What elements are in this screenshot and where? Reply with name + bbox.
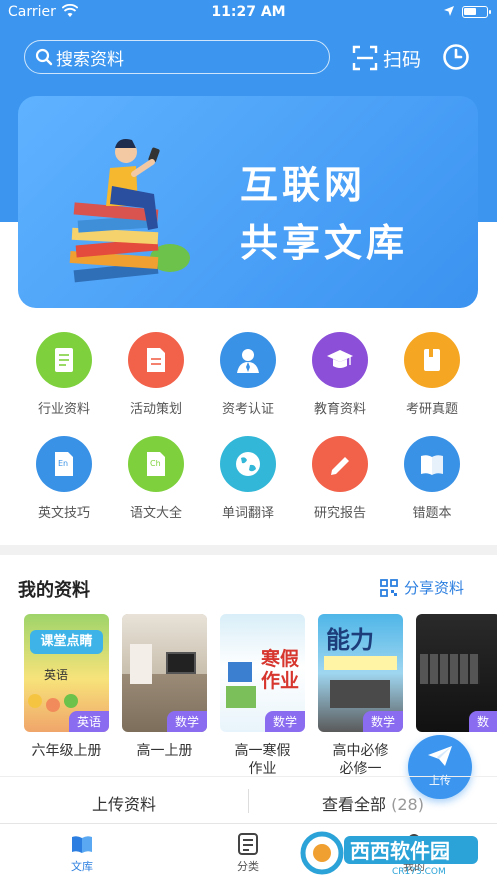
- subject-tag: 数学: [362, 711, 403, 732]
- upload-materials-button[interactable]: 上传资料: [0, 791, 248, 815]
- book-icon: [404, 436, 460, 492]
- document-icon: [36, 332, 92, 388]
- category-label: 单词翻译: [221, 506, 274, 521]
- cover-title: 寒假作业: [260, 648, 299, 692]
- my-materials-title: 我的资料: [18, 580, 90, 601]
- view-all-button[interactable]: 查看全部 (28): [249, 791, 497, 815]
- book-name: 六年级上册: [31, 743, 102, 759]
- book-card[interactable]: 寒假作业 数学 高一寒假作业: [220, 614, 305, 778]
- scan-label: 扫码: [383, 48, 422, 71]
- category-label: 考研真题: [405, 402, 458, 417]
- share-materials-label: 分享资料: [404, 579, 465, 597]
- book-cover: 能力 数学: [318, 614, 403, 732]
- watermark-text: 西西软件园: [350, 839, 450, 863]
- category-label: 资考认证: [221, 402, 274, 417]
- book-cover: 寒假作业 数学: [220, 614, 305, 732]
- scan-button[interactable]: 扫码: [352, 44, 421, 72]
- battery-icon: [462, 6, 491, 18]
- status-bar: Carrier 11:27 AM: [0, 0, 497, 26]
- watermark-subtext: CR173.COM: [392, 867, 446, 876]
- book-name: 高中必修必修一: [332, 743, 389, 777]
- materials-count: (28): [391, 795, 424, 814]
- book-card[interactable]: 数学 高一上册: [122, 614, 207, 760]
- category-chinese[interactable]: Ch 语文大全: [110, 436, 202, 521]
- category-mistake-book[interactable]: 错题本: [386, 436, 478, 521]
- materials-actions: 上传资料 查看全部 (28): [0, 776, 497, 822]
- category-word-translation[interactable]: 单词翻译: [202, 436, 294, 521]
- category-label: 活动策划: [129, 402, 182, 417]
- svg-text:En: En: [58, 459, 68, 468]
- book-card[interactable]: 能力 数学 高中必修必修一: [318, 614, 403, 778]
- banner-title-line2: 共享文库: [240, 221, 409, 265]
- cover-title: 课堂点睛: [30, 630, 103, 654]
- subject-tag: 数学: [166, 711, 207, 732]
- share-materials-button[interactable]: 分享资料: [380, 577, 464, 598]
- category-label: 语文大全: [129, 506, 182, 521]
- category-label: 行业资料: [37, 402, 90, 417]
- book-card[interactable]: 数: [416, 614, 497, 732]
- open-book-icon: [72, 836, 92, 853]
- category-research-report[interactable]: 研究报告: [294, 436, 386, 521]
- view-all-label: 查看全部: [322, 795, 387, 814]
- globe-icon: [220, 436, 276, 492]
- search-icon: [35, 48, 53, 66]
- category-label: 错题本: [412, 506, 452, 521]
- site-watermark-logo: 西西软件园 CR173.COM: [300, 831, 478, 876]
- category-education[interactable]: 教育资料: [294, 332, 386, 417]
- category-certification[interactable]: 资考认证: [202, 332, 294, 417]
- search-placeholder: 搜索资料: [56, 49, 124, 70]
- cover-subject: 英语: [44, 668, 69, 682]
- category-postgrad-exam[interactable]: 考研真题: [386, 332, 478, 417]
- cover-title: 能力: [326, 626, 374, 654]
- tab-category-label: 分类: [237, 860, 259, 873]
- clock-icon[interactable]: [442, 43, 470, 71]
- scan-icon: [352, 45, 378, 71]
- subject-tag: 数: [468, 711, 497, 732]
- list-icon: [238, 833, 258, 855]
- reader-illustration: [69, 139, 190, 283]
- tab-library-label: 文库: [71, 860, 93, 873]
- clock-time: 11:27 AM: [211, 4, 286, 20]
- book-cover: 数学: [122, 614, 207, 732]
- promo-banner[interactable]: 互联网 共享文库: [18, 96, 478, 308]
- category-label: 英文技巧: [37, 506, 90, 521]
- book-name: 高一上册: [136, 743, 193, 759]
- svg-text:Ch: Ch: [150, 459, 161, 468]
- category-industry[interactable]: 行业资料: [18, 332, 110, 417]
- search-input[interactable]: 搜索资料: [24, 40, 330, 74]
- book-cover: 课堂点睛 英语 英语: [24, 614, 109, 732]
- document-icon: [128, 332, 184, 388]
- banner-title-line1: 互联网: [240, 163, 367, 207]
- tab-library[interactable]: 文库: [42, 832, 122, 874]
- book-cover: 数: [416, 614, 497, 732]
- book-card[interactable]: 课堂点睛 英语 英语 六年级上册: [24, 614, 109, 760]
- notebook-icon: [404, 332, 460, 388]
- subject-tag: 数学: [264, 711, 305, 732]
- section-divider: [0, 545, 497, 555]
- chinese-doc-icon: Ch: [128, 436, 184, 492]
- category-label: 研究报告: [313, 506, 366, 521]
- category-label: 教育资料: [313, 402, 366, 417]
- qr-code-icon: [380, 578, 398, 597]
- book-name: 高一寒假作业: [234, 743, 291, 777]
- person-icon: [220, 332, 276, 388]
- location-icon: [444, 6, 454, 16]
- graduation-cap-icon: [312, 332, 368, 388]
- subject-tag: 英语: [68, 711, 109, 732]
- pencil-icon: [312, 436, 368, 492]
- tab-category[interactable]: 分类: [208, 832, 288, 874]
- paper-plane-icon: [428, 746, 452, 766]
- english-doc-icon: En: [36, 436, 92, 492]
- category-english-tips[interactable]: En 英文技巧: [18, 436, 110, 521]
- category-event-planning[interactable]: 活动策划: [110, 332, 202, 417]
